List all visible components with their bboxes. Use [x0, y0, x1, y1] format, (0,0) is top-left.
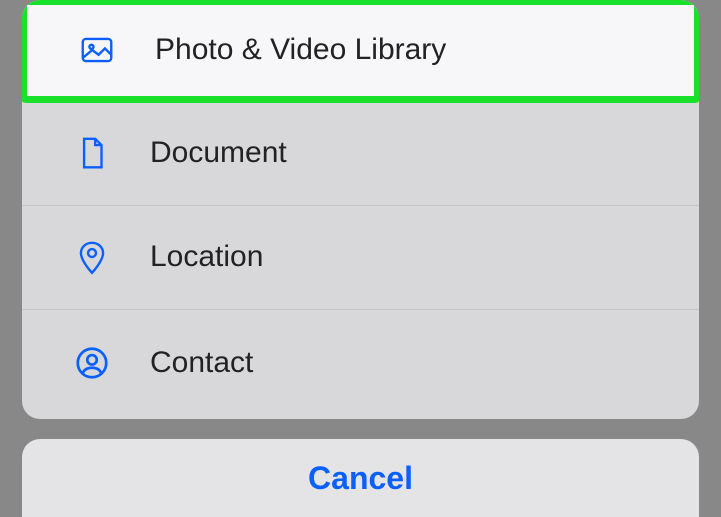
- location-icon: [70, 235, 114, 279]
- menu-item-location[interactable]: Location: [22, 206, 699, 311]
- menu-item-label: Location: [150, 240, 263, 274]
- action-sheet: Photo & Video Library Document Location: [22, 0, 699, 419]
- cancel-button[interactable]: Cancel: [22, 439, 699, 517]
- menu-item-contact[interactable]: Contact: [22, 310, 699, 415]
- menu-item-label: Document: [150, 136, 287, 170]
- document-icon: [70, 131, 114, 175]
- contact-icon: [70, 341, 114, 385]
- menu-item-photo-video-library[interactable]: Photo & Video Library: [22, 0, 699, 103]
- cancel-label: Cancel: [308, 460, 413, 497]
- photo-icon: [75, 28, 119, 72]
- menu-item-label: Contact: [150, 346, 253, 380]
- menu-item-document[interactable]: Document: [22, 101, 699, 206]
- menu-item-label: Photo & Video Library: [155, 33, 446, 67]
